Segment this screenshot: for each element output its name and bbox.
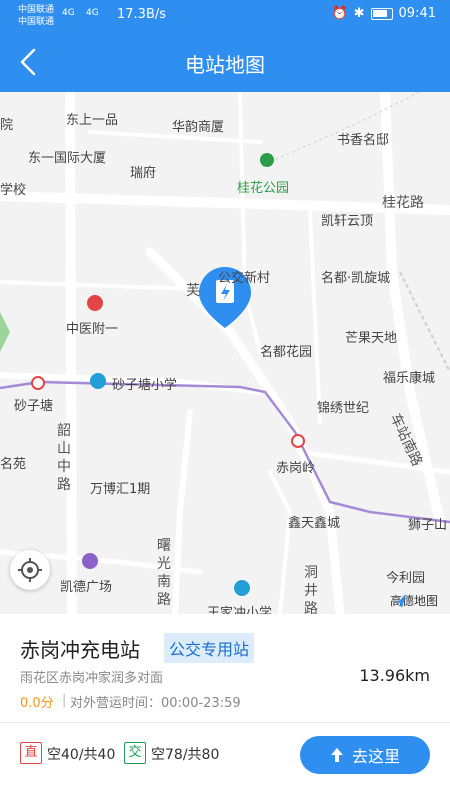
poi-label: 凯德广场 — [60, 580, 113, 595]
poi-label: 院 — [0, 118, 14, 133]
road-minor-2 — [238, 92, 262, 354]
road-label: 洞井路 — [304, 565, 318, 614]
clock: 09:41 — [398, 6, 436, 21]
network-type-2: 4G — [86, 8, 99, 18]
alarm-icon: ⏰ — [331, 6, 348, 21]
metro-station-icon — [291, 434, 305, 448]
mall-icon — [82, 553, 98, 569]
road-label: 芙 — [186, 283, 200, 299]
ac-badge: 交 — [124, 742, 146, 764]
station-name: 赤岗冲充电站 — [20, 638, 140, 662]
carrier-info: 中国联通 中国联通 — [18, 4, 54, 28]
poi-label: 公交新村 — [218, 271, 271, 286]
poi-label: 东上一品 — [66, 113, 119, 128]
poi-label: 万博汇1期 — [90, 482, 151, 497]
map-roads-layer — [0, 92, 450, 614]
road-label: 桂花路 — [382, 195, 424, 211]
poi-label: 锦绣世纪 — [317, 401, 370, 416]
poi-label: 鑫天鑫城 — [288, 516, 341, 531]
station-card[interactable]: 赤岗冲充电站 公交专用站 雨花区赤岗冲家润多对面 13.96km 0.0分 | … — [0, 614, 450, 800]
status-icons: ⏰ ✱ 09:41 — [331, 6, 436, 21]
dc-slots: 空40/共40 — [47, 747, 116, 763]
station-score: 0.0分 — [20, 696, 54, 711]
road-shaoshan-middle — [65, 92, 77, 614]
poi-label: 砂子塘 — [14, 399, 54, 414]
station-hours: 对外营运时间：00:00-23:59 — [70, 696, 241, 711]
poi-label: 狮子山 — [408, 518, 448, 533]
road-shuguang-south — [172, 409, 193, 614]
station-tag: 公交专用站 — [164, 633, 255, 663]
title-bar: 电站地图 — [0, 32, 450, 92]
carrier-1: 中国联通 — [18, 5, 55, 15]
page-title: 电站地图 — [185, 53, 265, 77]
metro-station-icon — [31, 376, 45, 390]
locate-button[interactable] — [10, 550, 50, 590]
info-separator: | — [62, 693, 67, 708]
ac-slots: 空78/共80 — [151, 747, 220, 763]
poi-label: 名苑 — [0, 457, 27, 472]
school-icon — [90, 373, 106, 389]
poi-label: 芒果天地 — [345, 331, 398, 346]
status-bar: 中国联通 中国联通 4G 4G 17.3B/s ⏰ ✱ 09:41 — [0, 0, 450, 32]
poi-label: 瑞府 — [130, 166, 157, 181]
battery-icon — [370, 7, 393, 20]
amap-logo: 高德地图 — [390, 592, 438, 609]
poi-label: 凯轩云顶 — [321, 214, 374, 229]
road-minor-7 — [268, 470, 293, 614]
poi-label: 王家冲小学 — [207, 606, 273, 614]
hospital-icon — [87, 295, 103, 311]
poi-label: 华韵商厦 — [172, 120, 225, 135]
poi-label: 中医附一 — [66, 322, 119, 337]
map-view[interactable]: 东上一品 华韵商厦 书香名邸 东一国际大厦 瑞府 桂花公园 学校 凯轩云顶 公交… — [0, 92, 450, 614]
poi-label: 桂花公园 — [237, 181, 290, 196]
poi-label: 书香名邸 — [337, 133, 390, 148]
park-area — [0, 312, 10, 352]
poi-label: 名都·凯旋城 — [321, 271, 391, 286]
poi-label: 学校 — [0, 183, 27, 198]
network-speed: 17.3B/s — [117, 7, 167, 22]
navigate-arrow-icon — [330, 748, 343, 762]
go-here-label: 去这里 — [351, 747, 400, 766]
network-type-1: 4G — [62, 8, 75, 18]
station-distance: 13.96km — [359, 666, 430, 685]
locate-icon — [18, 558, 42, 582]
road-minor-4 — [308, 210, 322, 424]
park-icon — [260, 153, 274, 167]
poi-label: 东一国际大厦 — [28, 151, 107, 166]
road-label: 韶山中路 — [57, 423, 71, 493]
poi-label: 赤岗岭 — [276, 461, 316, 476]
poi-label: 今利园 — [386, 571, 426, 586]
poi-label: 福乐康城 — [383, 371, 436, 386]
boundary-line — [269, 92, 421, 163]
carrier-2: 中国联通 — [18, 17, 55, 27]
poi-label: 名都花园 — [260, 345, 313, 360]
poi-label: 砂子塘小学 — [112, 378, 178, 393]
go-here-button[interactable]: 去这里 — [300, 736, 430, 774]
dc-badge: 直 — [20, 742, 42, 764]
station-address: 雨花区赤岗冲家润多对面 — [20, 671, 164, 686]
amap-logo-icon — [391, 594, 406, 608]
bluetooth-icon: ✱ — [353, 6, 365, 21]
school-icon — [234, 580, 250, 596]
card-divider — [0, 722, 450, 723]
road-label: 曙光南路 — [157, 538, 171, 608]
